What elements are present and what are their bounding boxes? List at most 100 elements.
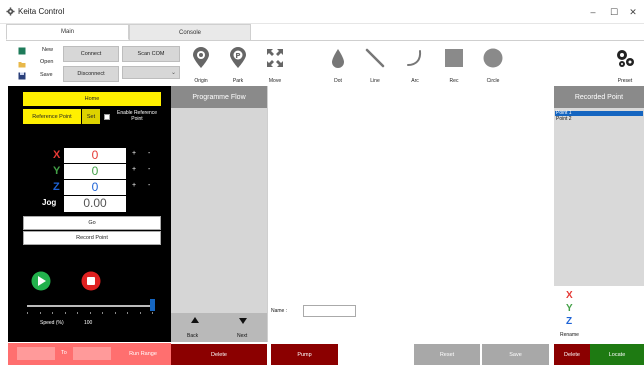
programme-flow-title: Programme Flow [171,86,267,108]
move-tool-label: Move [268,78,282,84]
new-menu-item[interactable]: New [42,47,53,53]
flow-nav-bar [171,313,267,342]
speed-tick [152,312,153,314]
canvas-area [267,86,554,342]
minimize-button[interactable]: – [586,5,600,19]
next-arrow-icon[interactable] [239,318,247,324]
recorded-point-list[interactable] [554,108,644,286]
control-panel [8,86,171,342]
app-gear-icon [6,7,15,16]
line-tool-label: Line [370,78,380,84]
new-file-icon[interactable] [18,47,26,55]
park-pin-icon: P [230,47,246,68]
com-port-select[interactable]: ⌄ [122,66,180,79]
y-position-value: 0 [64,164,126,179]
x-plus-button[interactable]: + [132,150,136,157]
run-range-button[interactable]: Run Range [117,344,169,364]
reset-button[interactable]: Reset [414,344,480,365]
connect-button[interactable]: Connect [63,46,119,62]
save-menu-item[interactable]: Save [40,72,53,78]
park-tool-button[interactable]: P Park [221,44,255,84]
stop-icon[interactable] [81,271,101,291]
close-button[interactable]: ✕ [626,5,640,19]
speed-tick [27,312,28,314]
next-button[interactable]: Next [237,333,247,339]
folder-icon[interactable] [18,60,26,68]
arc-icon [407,50,422,66]
rectangle-icon [445,49,463,67]
x-minus-button[interactable]: - [148,150,150,157]
speed-tick [139,312,141,314]
move-tool-button[interactable]: Move [258,44,292,84]
go-button[interactable]: Go [23,216,161,230]
disconnect-button[interactable]: Disconnect [63,66,119,82]
rec-tool-button[interactable]: Rec [437,44,471,84]
speed-tick [77,312,78,314]
speed-slider-ticks [27,312,155,314]
speed-value: 100 [84,320,93,326]
dot-tool-label: Dot [334,78,342,84]
save-disk-icon[interactable] [18,72,26,80]
speed-tick [39,312,41,314]
drop-icon [332,49,344,68]
speed-tick [52,312,53,314]
speed-tick [127,312,128,314]
range-from-input[interactable] [17,347,55,360]
speed-slider-thumb[interactable] [150,299,155,311]
scan-com-button[interactable]: Scan COM [122,46,180,62]
locate-button[interactable]: Locate [590,344,644,365]
delete-point-button[interactable]: Delete [554,344,590,365]
y-plus-button[interactable]: + [132,166,136,173]
set-reference-button[interactable]: Set [82,109,100,124]
arc-tool-button[interactable]: Arc [398,44,432,84]
rename-button[interactable]: Rename [560,332,579,338]
dot-tool-button[interactable]: Dot [321,44,355,84]
enable-reference-checkbox[interactable] [104,114,110,120]
tab-main[interactable]: Main [6,24,129,40]
line-tool-button[interactable]: Line [358,44,392,84]
title-bar [0,0,644,24]
z-minus-button[interactable]: - [148,182,150,189]
speed-tick [64,312,66,314]
enable-reference-label-line2: Point [131,116,143,122]
back-button[interactable]: Back [187,333,198,339]
open-menu-item[interactable]: Open [40,59,53,65]
delete-flow-button[interactable]: Delete [171,344,267,365]
recorded-point-item[interactable]: Point 2 [555,117,643,122]
origin-tool-button[interactable]: Origin [184,44,218,84]
window-title: Keita Control [18,7,65,16]
jog-step-input[interactable]: 0.00 [64,196,126,212]
circle-tool-button[interactable]: Circle [476,44,510,84]
line-icon [365,48,385,68]
play-icon[interactable] [31,271,51,291]
speed-tick [114,312,116,314]
rec-tool-label: Rec [449,78,459,84]
chevron-down-icon: ⌄ [170,70,176,76]
origin-tool-label: Origin [194,78,208,84]
y-axis-label: Y [53,165,61,177]
tab-console[interactable]: Console [129,24,251,40]
maximize-button[interactable]: ☐ [607,5,621,19]
pump-button[interactable]: Pump [271,344,338,365]
recorded-x-label: X [566,290,573,301]
recorded-y-label: Y [566,303,573,314]
record-point-button[interactable]: Record Point [23,231,161,245]
reference-point-button[interactable]: Reference Point [23,109,81,124]
park-tool-label: Park [232,78,244,84]
z-position-value: 0 [64,180,126,195]
programme-flow-list[interactable] [171,108,267,313]
speed-slider-track [27,305,155,307]
range-to-input[interactable] [73,347,111,360]
home-button[interactable]: Home [23,92,161,106]
y-minus-button[interactable]: - [148,166,150,173]
speed-tick [89,312,91,314]
name-input[interactable] [303,305,356,317]
preset-tool-button[interactable]: Preset [608,44,642,84]
z-plus-button[interactable]: + [132,182,136,189]
z-axis-label: Z [53,181,60,193]
speed-label: Speed (%) [40,320,64,326]
origin-pin-icon [193,47,209,68]
back-arrow-icon[interactable] [191,317,199,323]
arc-tool-label: Arc [411,78,419,84]
save-button[interactable]: Save [482,344,549,365]
